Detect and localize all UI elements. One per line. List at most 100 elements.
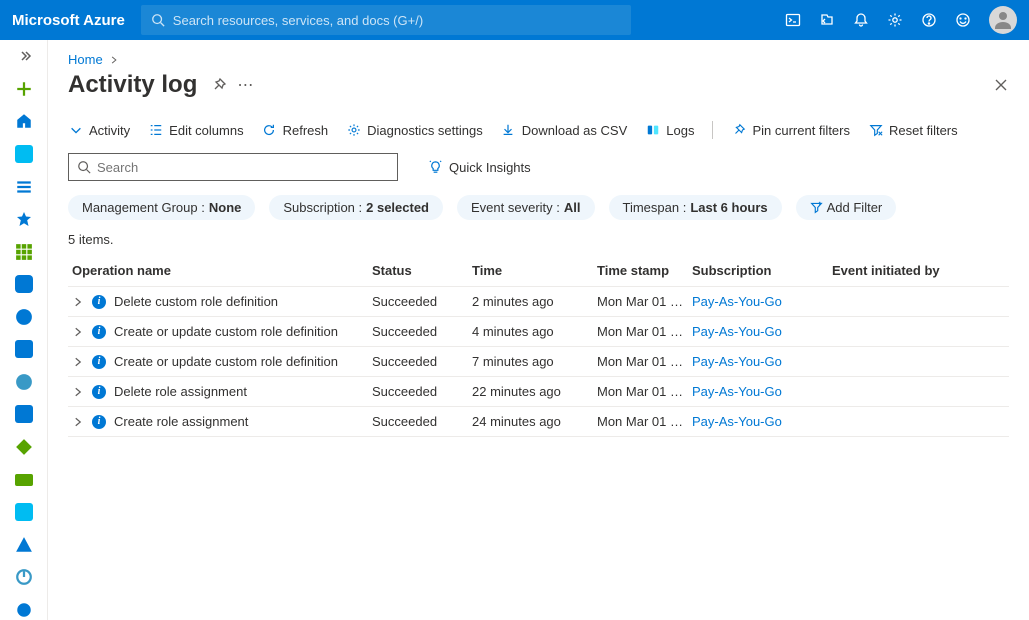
notifications-button[interactable] [845, 0, 877, 40]
rail-app-services[interactable] [0, 307, 48, 328]
rail-home[interactable] [0, 111, 48, 132]
directories-button[interactable] [811, 0, 843, 40]
reset-filters-icon [868, 123, 883, 138]
download-icon [501, 123, 516, 138]
cell-operation: Delete role assignment [114, 384, 247, 399]
col-time[interactable]: Time [472, 263, 597, 278]
chip-sev-value: All [564, 200, 581, 215]
feedback-button[interactable] [947, 0, 979, 40]
cell-timestamp: Mon Mar 01 … [597, 384, 692, 399]
brand: Microsoft Azure [12, 12, 125, 29]
chevron-right-icon [109, 55, 119, 65]
info-icon: i [92, 325, 106, 339]
chip-mg-value: None [209, 200, 242, 215]
cell-subscription[interactable]: Pay-As-You-Go [692, 414, 832, 429]
rail-load-balancer[interactable] [0, 437, 48, 458]
cell-status: Succeeded [372, 414, 472, 429]
rail-resource-groups[interactable] [0, 274, 48, 295]
rail-cosmos[interactable] [0, 372, 48, 393]
toolbar: Activity Edit columns Refresh Diagnostic… [68, 121, 1009, 139]
cell-time: 2 minutes ago [472, 294, 597, 309]
chevron-down-icon [68, 123, 83, 138]
chip-subscription[interactable]: Subscription : 2 selected [269, 195, 443, 220]
local-search-input[interactable] [97, 160, 389, 175]
cell-timestamp: Mon Mar 01 … [597, 414, 692, 429]
rail-expand[interactable] [0, 46, 48, 67]
breadcrumb-home[interactable]: Home [68, 52, 103, 67]
table-row[interactable]: iDelete role assignmentSucceeded22 minut… [68, 377, 1009, 407]
pin-filters-button[interactable]: Pin current filters [731, 123, 850, 138]
rail-network[interactable] [0, 502, 48, 523]
more-button[interactable]: ⋯ [237, 75, 253, 95]
filter-chips: Management Group : None Subscription : 2… [68, 195, 1009, 220]
quick-insights-button[interactable]: Quick Insights [428, 160, 531, 175]
chip-timespan[interactable]: Timespan : Last 6 hours [609, 195, 782, 220]
rail-dashboard[interactable] [0, 144, 48, 165]
top-icon-bar [777, 0, 1017, 40]
close-button[interactable] [993, 77, 1009, 93]
rail-all-services[interactable] [0, 176, 48, 197]
expand-row-icon[interactable] [72, 416, 84, 428]
rail-sql[interactable] [0, 339, 48, 360]
rail-storage[interactable] [0, 469, 48, 490]
info-icon: i [92, 355, 106, 369]
search-icon [151, 13, 165, 27]
rail-vm[interactable] [0, 404, 48, 425]
chip-add-filter[interactable]: Add Filter [796, 195, 897, 220]
cell-time: 22 minutes ago [472, 384, 597, 399]
cell-subscription[interactable]: Pay-As-You-Go [692, 384, 832, 399]
chip-management-group[interactable]: Management Group : None [68, 195, 255, 220]
col-status[interactable]: Status [372, 263, 472, 278]
edit-columns-button[interactable]: Edit columns [148, 123, 243, 138]
chip-severity[interactable]: Event severity : All [457, 195, 595, 220]
rail-create[interactable] [0, 79, 48, 100]
rail-advisor[interactable] [0, 600, 48, 620]
col-initiated-by[interactable]: Event initiated by [832, 263, 972, 278]
expand-row-icon[interactable] [72, 356, 84, 368]
help-button[interactable] [913, 0, 945, 40]
cell-status: Succeeded [372, 324, 472, 339]
cell-status: Succeeded [372, 294, 472, 309]
toolbar-separator [712, 121, 713, 139]
chip-ts-label: Timespan : [623, 200, 687, 215]
col-timestamp[interactable]: Time stamp [597, 263, 692, 278]
refresh-button[interactable]: Refresh [262, 123, 329, 138]
activity-dropdown[interactable]: Activity [68, 123, 130, 138]
lightbulb-icon [428, 160, 443, 175]
logs-button[interactable]: Logs [645, 123, 694, 138]
table-row[interactable]: iCreate or update custom role definition… [68, 347, 1009, 377]
download-csv-button[interactable]: Download as CSV [501, 123, 628, 138]
cell-subscription[interactable]: Pay-As-You-Go [692, 294, 832, 309]
rail-favorites[interactable] [0, 209, 48, 230]
reset-filters-button[interactable]: Reset filters [868, 123, 958, 138]
pin-button[interactable] [211, 77, 227, 93]
activity-table: Operation name Status Time Time stamp Su… [68, 255, 1009, 437]
gear-icon [346, 123, 361, 138]
table-row[interactable]: iCreate or update custom role definition… [68, 317, 1009, 347]
global-search-placeholder: Search resources, services, and docs (G+… [173, 13, 423, 28]
cloud-shell-button[interactable] [777, 0, 809, 40]
expand-row-icon[interactable] [72, 296, 84, 308]
rail-all-resources[interactable] [0, 241, 48, 262]
global-search[interactable]: Search resources, services, and docs (G+… [141, 5, 631, 35]
activity-label: Activity [89, 123, 130, 138]
avatar[interactable] [989, 6, 1017, 34]
cell-time: 24 minutes ago [472, 414, 597, 429]
rail-monitor[interactable] [0, 567, 48, 588]
table-row[interactable]: iCreate role assignmentSucceeded24 minut… [68, 407, 1009, 437]
diagnostics-button[interactable]: Diagnostics settings [346, 123, 483, 138]
item-count: 5 items. [68, 232, 1009, 247]
table-row[interactable]: iDelete custom role definitionSucceeded2… [68, 287, 1009, 317]
refresh-label: Refresh [283, 123, 329, 138]
settings-button[interactable] [879, 0, 911, 40]
expand-row-icon[interactable] [72, 386, 84, 398]
logs-label: Logs [666, 123, 694, 138]
cell-subscription[interactable]: Pay-As-You-Go [692, 324, 832, 339]
local-search[interactable] [68, 153, 398, 181]
col-operation[interactable]: Operation name [72, 263, 372, 278]
expand-row-icon[interactable] [72, 326, 84, 338]
cell-subscription[interactable]: Pay-As-You-Go [692, 354, 832, 369]
chip-sev-label: Event severity : [471, 200, 560, 215]
col-subscription[interactable]: Subscription [692, 263, 832, 278]
rail-aad[interactable] [0, 534, 48, 555]
